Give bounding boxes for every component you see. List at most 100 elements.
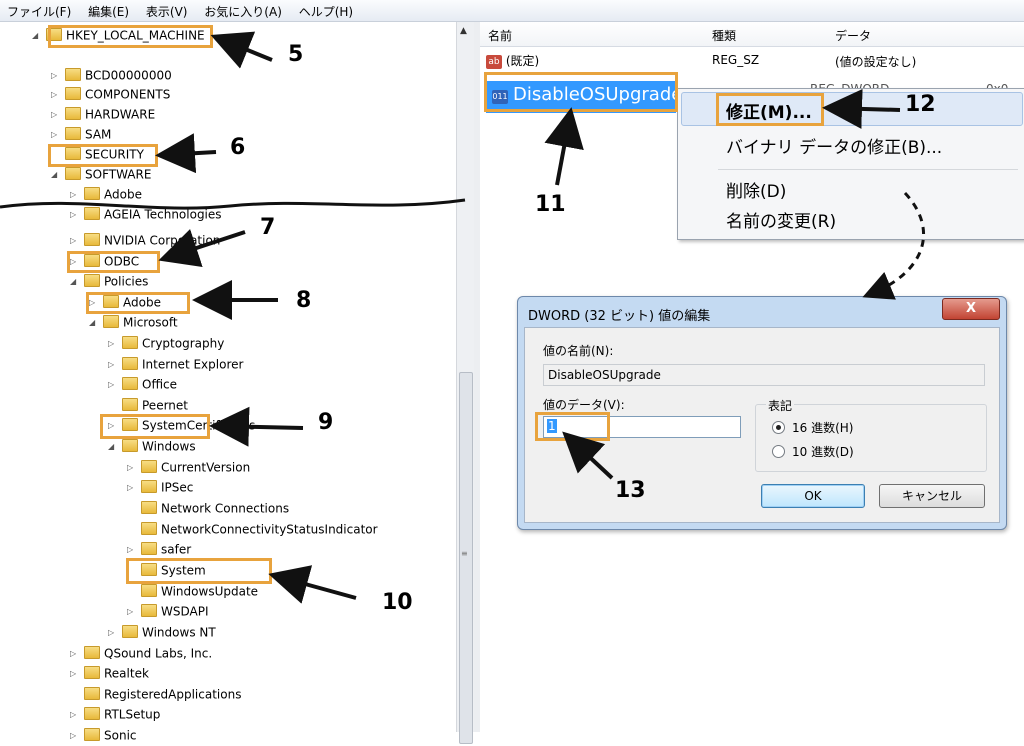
tree-node[interactable]: ▷ WSDAPI [127, 601, 209, 621]
collapse-arrow-icon[interactable]: ◢ [89, 313, 101, 333]
tree-scrollbar[interactable]: ▲ ≡ [456, 22, 474, 744]
value-row-default[interactable]: ab (既定) [486, 52, 539, 69]
value-data: (値の設定なし) [835, 55, 917, 69]
tree-node[interactable]: ▷ Office [108, 374, 177, 394]
tree-node-label: AGEIA Technologies [104, 207, 222, 222]
tree-node[interactable]: ◢ Policies [70, 271, 148, 291]
step-number: 9 [318, 410, 334, 435]
column-type[interactable]: 種類 [712, 27, 736, 44]
dialog-title: DWORD (32 ビット) 値の編集 [528, 309, 711, 324]
folder-icon [122, 377, 138, 390]
step-number: 10 [382, 590, 413, 615]
highlight-box [48, 25, 213, 48]
folder-icon [141, 584, 157, 597]
decimal-label: 10 進数(D) [792, 445, 854, 459]
values-column-header: 名前 種類 データ [480, 22, 1024, 47]
expand-arrow-icon[interactable]: ▷ [70, 205, 82, 225]
tree-node[interactable]: ▷ CurrentVersion [127, 457, 250, 477]
tree-node[interactable]: ▷ QSound Labs, Inc. [70, 643, 212, 663]
tree-node-label: SOFTWARE [85, 167, 152, 182]
collapse-arrow-icon[interactable]: ◢ [32, 26, 44, 46]
menu-item-rename[interactable]: 名前の変更(R) [726, 207, 836, 232]
tree-node-label: QSound Labs, Inc. [104, 646, 213, 661]
tree-node-label: Realtek [104, 666, 149, 681]
tree-node[interactable]: ▷ SAM [51, 124, 111, 144]
tree-node[interactable]: NetworkConnectivityStatusIndicator [127, 519, 378, 539]
scrollbar-thumb[interactable] [459, 372, 473, 744]
cancel-button[interactable]: キャンセル [879, 484, 985, 508]
expand-arrow-icon[interactable]: ▷ [127, 478, 139, 498]
tree-node[interactable]: RegisteredApplications [70, 684, 241, 704]
folder-icon [65, 167, 81, 180]
menu-favorites[interactable]: お気に入り(A) [197, 0, 288, 20]
tree-node-label: Adobe [104, 187, 142, 202]
tree-node[interactable]: ◢ Microsoft [89, 312, 178, 332]
tree-node[interactable]: Peernet [108, 395, 188, 415]
menu-help[interactable]: ヘルプ(H) [292, 0, 359, 20]
tree-node[interactable]: ◢ SOFTWARE [51, 164, 151, 184]
hex-radio[interactable] [772, 421, 785, 434]
tree-node-label: COMPONENTS [85, 87, 171, 102]
expand-arrow-icon[interactable]: ▷ [127, 602, 139, 622]
tree-node[interactable]: Network Connections [127, 498, 289, 518]
tree-node[interactable]: ▷ HARDWARE [51, 104, 155, 124]
tree-node[interactable]: ▷ Windows NT [108, 622, 216, 642]
tree-node[interactable]: ▷ COMPONENTS [51, 84, 170, 104]
tree-node[interactable]: ▷ NVIDIA Corporation [70, 230, 220, 250]
tree-node[interactable]: ▷ RTLSetup [70, 704, 160, 724]
expand-arrow-icon[interactable]: ▷ [108, 375, 120, 395]
highlight-box [126, 558, 272, 584]
tree-node[interactable]: ◢ Windows [108, 436, 196, 456]
ok-button[interactable]: OK [761, 484, 865, 508]
tree-node[interactable]: ▷ AGEIA Technologies [70, 204, 222, 224]
expand-arrow-icon[interactable]: ▷ [127, 458, 139, 478]
base-group-label: 表記 [766, 397, 795, 414]
collapse-arrow-icon[interactable]: ◢ [51, 165, 63, 185]
tree-node[interactable]: ▷ Realtek [70, 663, 149, 683]
menu-file[interactable]: ファイル(F) [0, 0, 77, 20]
folder-icon [141, 542, 157, 555]
expand-arrow-icon[interactable]: ▷ [108, 355, 120, 375]
expand-arrow-icon[interactable]: ▷ [70, 705, 82, 725]
menu-item-modify-binary[interactable]: バイナリ データの修正(B)... [726, 133, 942, 158]
folder-icon [122, 398, 138, 411]
tree-node[interactable]: ▷ Adobe [70, 184, 142, 204]
tree-node-label: RegisteredApplications [104, 687, 242, 702]
expand-arrow-icon[interactable]: ▷ [70, 644, 82, 664]
expand-arrow-icon[interactable]: ▷ [108, 334, 120, 354]
tree-node[interactable]: ▷ Cryptography [108, 333, 224, 353]
value-name: (既定) [505, 54, 540, 68]
menu-bar: ファイル(F) 編集(E) 表示(V) お気に入り(A) ヘルプ(H) [0, 0, 1024, 22]
folder-icon [65, 107, 81, 120]
tree-node[interactable]: WindowsUpdate [127, 581, 258, 601]
column-data[interactable]: データ [835, 27, 871, 44]
expand-arrow-icon[interactable]: ▷ [51, 66, 63, 86]
tree-node[interactable]: ▷ BCD00000000 [51, 65, 172, 85]
base-group: 表記 16 進数(H) 10 進数(D) [755, 397, 987, 472]
collapse-arrow-icon[interactable]: ◢ [70, 272, 82, 292]
expand-arrow-icon[interactable]: ▷ [108, 623, 120, 643]
tree-node[interactable]: ▷ Internet Explorer [108, 354, 243, 374]
expand-arrow-icon[interactable]: ▷ [70, 185, 82, 205]
column-name[interactable]: 名前 [488, 27, 512, 44]
expand-arrow-icon[interactable]: ▷ [70, 231, 82, 251]
tree-node[interactable]: ▷ safer [127, 539, 191, 559]
step-number: 6 [230, 135, 246, 160]
expand-arrow-icon[interactable]: ▷ [51, 125, 63, 145]
tree-node[interactable]: ▷ IPSec [127, 477, 193, 497]
decimal-radio[interactable] [772, 445, 785, 458]
expand-arrow-icon[interactable]: ▷ [51, 105, 63, 125]
collapse-arrow-icon[interactable]: ◢ [108, 437, 120, 457]
folder-icon [84, 707, 100, 720]
expand-arrow-icon[interactable]: ▷ [51, 85, 63, 105]
expand-arrow-icon[interactable]: ▷ [70, 726, 82, 746]
close-icon[interactable]: X [942, 298, 1000, 320]
folder-icon [84, 207, 100, 220]
scroll-up-arrow-icon[interactable]: ▲ [460, 26, 467, 36]
expand-arrow-icon[interactable]: ▷ [127, 540, 139, 560]
menu-edit[interactable]: 編集(E) [81, 0, 135, 20]
menu-view[interactable]: 表示(V) [139, 0, 194, 20]
menu-item-delete[interactable]: 削除(D) [726, 177, 786, 202]
expand-arrow-icon[interactable]: ▷ [70, 664, 82, 684]
tree-node[interactable]: ▷ Sonic [70, 725, 137, 745]
